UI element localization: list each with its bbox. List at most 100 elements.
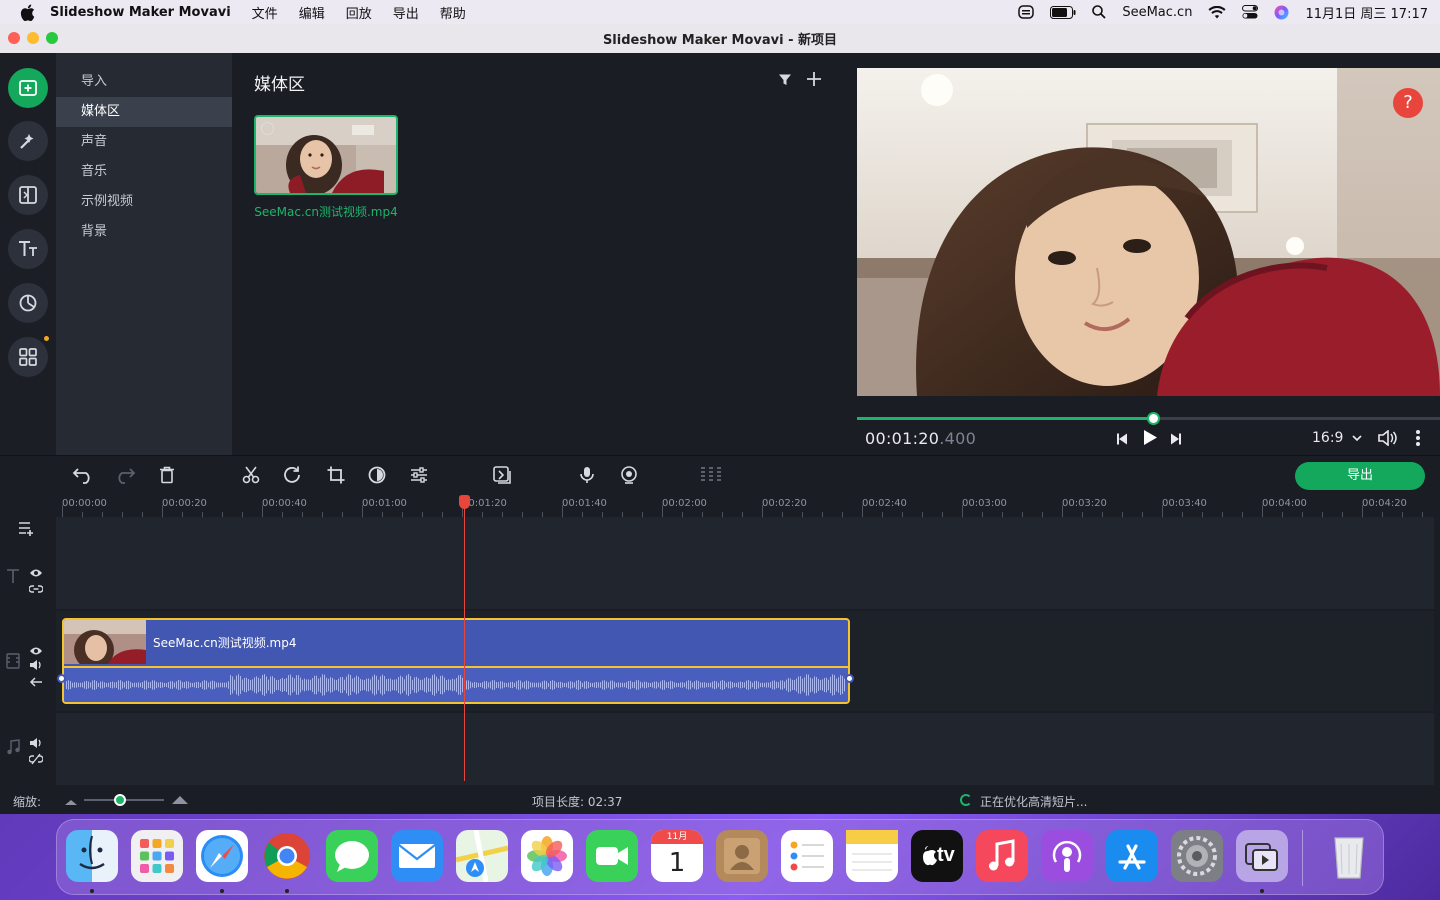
ruler-tick (862, 505, 863, 517)
waveform-bar (420, 679, 421, 691)
contacts-icon[interactable] (716, 830, 768, 882)
stabilize-icon[interactable] (493, 466, 513, 488)
clip-trim-start-handle[interactable] (57, 674, 66, 683)
messages-icon[interactable] (326, 830, 378, 882)
maximize-window-button[interactable] (46, 32, 58, 44)
help-button[interactable]: ? (1393, 88, 1423, 118)
system-preferences-icon[interactable] (1171, 830, 1223, 882)
waveform-bar (572, 681, 573, 689)
waveform-bar (482, 682, 483, 688)
stickers-tab-button[interactable] (8, 283, 48, 323)
playhead-line[interactable] (464, 495, 465, 781)
calendar-icon[interactable]: 11月 1 (651, 830, 703, 882)
siri-icon[interactable] (1274, 5, 1289, 20)
preview-video-frame[interactable]: ? (857, 68, 1440, 396)
playhead-handle[interactable] (459, 495, 470, 509)
menu-playback[interactable]: 回放 (346, 3, 372, 22)
crop-icon[interactable] (327, 466, 345, 488)
clip-properties-icon[interactable] (410, 466, 428, 488)
media-item-thumbnail[interactable] (254, 115, 398, 195)
play-icon[interactable] (1142, 429, 1158, 450)
category-import[interactable]: 导入 (56, 67, 232, 97)
safari-icon[interactable] (196, 830, 248, 882)
volume-icon[interactable] (1378, 429, 1398, 450)
app-store-icon[interactable] (1106, 830, 1158, 882)
clip-trim-end-handle[interactable] (845, 674, 854, 683)
search-icon[interactable] (1092, 5, 1106, 19)
filter-icon[interactable] (778, 72, 792, 91)
webcam-record-icon[interactable] (620, 466, 638, 488)
media-item-checkbox[interactable] (261, 122, 274, 135)
menu-help[interactable]: 帮助 (440, 3, 466, 22)
aspect-ratio-dropdown[interactable]: 16:9 (1312, 430, 1362, 446)
audio-levels-icon[interactable] (700, 466, 722, 488)
filters-tab-button[interactable] (8, 121, 48, 161)
cut-icon[interactable] (242, 466, 260, 488)
category-backgrounds[interactable]: 背景 (56, 217, 232, 247)
menubar-app-name[interactable]: Slideshow Maker Movavi (50, 5, 231, 20)
zoom-out-icon[interactable] (64, 795, 78, 809)
redo-icon[interactable] (114, 466, 136, 488)
color-adjust-icon[interactable] (368, 466, 386, 488)
apple-icon[interactable] (20, 4, 36, 21)
add-media-icon[interactable] (806, 71, 822, 91)
music-icon[interactable] (976, 830, 1028, 882)
video-track-collapse-icon[interactable] (29, 672, 43, 691)
reminders-icon[interactable] (781, 830, 833, 882)
screen-mirror-icon[interactable] (1018, 4, 1035, 20)
undo-icon[interactable] (72, 466, 94, 488)
photos-icon[interactable] (521, 830, 573, 882)
add-track-icon[interactable] (18, 520, 38, 540)
import-tab-button[interactable] (8, 68, 48, 108)
zoom-in-icon[interactable] (171, 794, 189, 808)
trash-icon[interactable] (1323, 830, 1375, 882)
minimize-window-button[interactable] (27, 32, 39, 44)
delete-icon[interactable] (159, 466, 175, 488)
more-tools-tab-button[interactable] (8, 337, 48, 377)
playback-progress-bar[interactable] (857, 412, 1440, 425)
finder-icon[interactable] (66, 830, 118, 882)
category-media-bin[interactable]: 媒体区 (56, 97, 232, 127)
clip-audio-waveform[interactable] (64, 666, 848, 702)
export-button[interactable]: 导出 (1295, 462, 1425, 490)
maps-icon[interactable] (455, 829, 509, 883)
zoom-slider-knob[interactable] (114, 794, 126, 806)
rotate-icon[interactable] (283, 466, 303, 488)
titles-tab-button[interactable] (8, 229, 48, 269)
movavi-icon[interactable] (1236, 830, 1288, 882)
transitions-tab-button[interactable] (8, 175, 48, 215)
wifi-icon[interactable] (1208, 5, 1226, 19)
playback-progress-knob[interactable] (1147, 412, 1161, 425)
facetime-icon[interactable] (586, 830, 638, 882)
menu-file[interactable]: 文件 (252, 3, 278, 22)
music-track-link-icon[interactable] (28, 750, 44, 769)
control-center-icon[interactable] (1242, 5, 1259, 19)
menubar-site-label[interactable]: SeeMac.cn (1122, 5, 1192, 20)
timeline-ruler[interactable]: 00:00:00 00:00:20 00:00:40 00:01:00 00:01:20… (56, 495, 1440, 517)
chrome-icon[interactable] (261, 830, 313, 882)
title-track-link-icon[interactable] (28, 579, 44, 598)
menu-edit[interactable]: 编辑 (299, 3, 325, 22)
notes-icon[interactable] (846, 830, 898, 882)
next-frame-icon[interactable] (1168, 431, 1182, 450)
mail-icon[interactable] (391, 830, 443, 882)
waveform-bar (532, 682, 533, 688)
tv-icon[interactable]: tv (911, 830, 963, 882)
video-clip[interactable]: SeeMac.cn测试视频.mp4 (62, 618, 850, 704)
microphone-icon[interactable] (579, 466, 595, 488)
menubar-clock[interactable]: 11月1日 周三 17:17 (1305, 3, 1428, 22)
menu-export[interactable]: 导出 (393, 3, 419, 22)
podcasts-icon[interactable] (1041, 830, 1093, 882)
media-item-name[interactable]: SeeMac.cn测试视频.mp4 (254, 203, 398, 237)
more-options-icon[interactable] (1415, 429, 1421, 451)
waveform-bar (508, 682, 509, 688)
waveform-bar (638, 680, 639, 690)
launchpad-icon[interactable] (131, 830, 183, 882)
title-track-lane[interactable] (56, 517, 1434, 609)
category-sounds[interactable]: 声音 (56, 127, 232, 157)
previous-frame-icon[interactable] (1116, 431, 1130, 450)
category-music[interactable]: 音乐 (56, 157, 232, 187)
category-sample-videos[interactable]: 示例视频 (56, 187, 232, 217)
battery-icon[interactable] (1050, 5, 1076, 19)
close-window-button[interactable] (8, 32, 20, 44)
